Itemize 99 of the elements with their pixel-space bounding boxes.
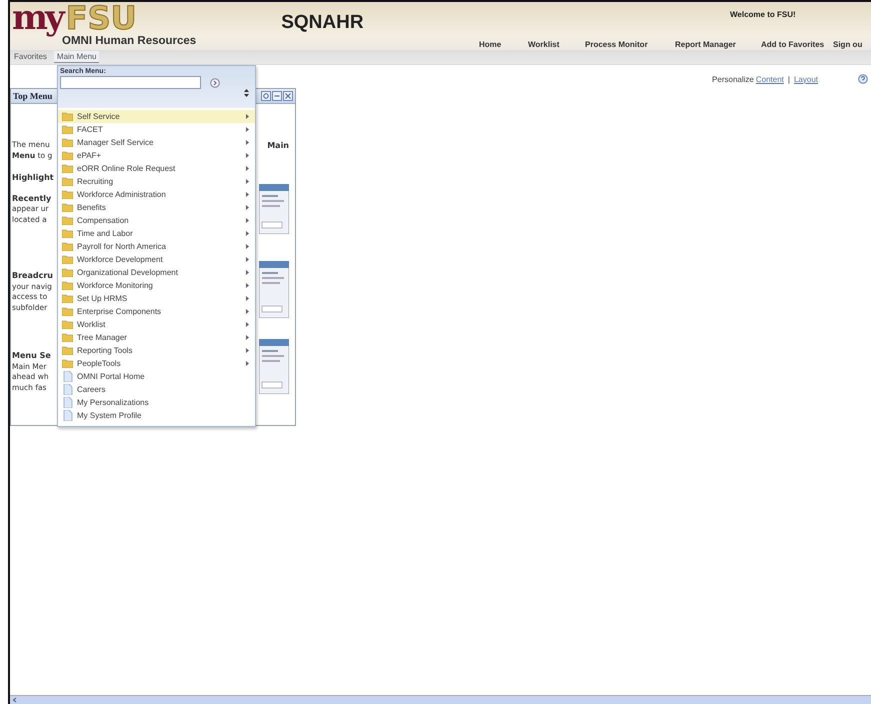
menu-item[interactable]: FACET <box>58 123 255 136</box>
pagelet-title: Top Menu <box>13 91 52 101</box>
app-subtitle: OMNI Human Resources <box>62 35 196 47</box>
system-name: SQNAHR <box>281 12 364 35</box>
submenu-arrow-icon <box>246 257 249 262</box>
submenu-arrow-icon <box>246 322 249 327</box>
menu-item[interactable]: Workforce Development <box>58 253 255 266</box>
folder-icon <box>62 112 73 121</box>
menu-item[interactable]: Reporting Tools <box>58 344 255 357</box>
submenu-arrow-icon <box>246 179 249 184</box>
menu-item[interactable]: ePAF+ <box>58 149 255 162</box>
folder-icon <box>62 138 73 147</box>
menu-item[interactable]: Tree Manager <box>58 331 255 344</box>
menu-item[interactable]: Set Up HRMS <box>58 292 255 305</box>
separator-text: | <box>788 74 790 84</box>
menu-item[interactable]: eORR Online Role Request <box>58 162 255 175</box>
menu-item[interactable]: Manager Self Service <box>58 136 255 149</box>
folder-icon <box>62 164 73 173</box>
folder-icon <box>62 242 73 251</box>
layout-link[interactable]: Layout <box>794 74 818 84</box>
body-text: Main <box>267 141 289 150</box>
nav-link[interactable]: Sign ou <box>833 40 871 49</box>
content-link[interactable]: Content <box>756 74 784 84</box>
menu-tab[interactable]: Main Menu <box>54 51 100 63</box>
submenu-arrow-icon <box>246 192 249 197</box>
help-icon[interactable] <box>858 74 868 84</box>
folder-icon <box>62 216 73 225</box>
close-icon[interactable] <box>283 91 293 101</box>
submenu-arrow-icon <box>246 153 249 158</box>
nav-link[interactable]: Home <box>479 40 528 49</box>
menu-item[interactable]: Recruiting <box>58 175 255 188</box>
folder-icon <box>62 294 73 303</box>
personalize-label: Personalize <box>712 74 754 84</box>
nav-link[interactable]: Worklist <box>528 40 585 49</box>
submenu-arrow-icon <box>246 205 249 210</box>
welcome-text: Welcome to FSU! <box>730 10 796 19</box>
sort-icon[interactable] <box>244 89 249 97</box>
menu-item[interactable]: Time and Labor <box>58 227 255 240</box>
document-icon <box>62 410 73 421</box>
submenu-arrow-icon <box>246 166 249 171</box>
logo: myFSU <box>12 2 138 34</box>
scroll-left-icon[interactable] <box>12 697 18 703</box>
submenu-arrow-icon <box>246 140 249 145</box>
folder-icon <box>62 307 73 316</box>
submenu-arrow-icon <box>246 348 249 353</box>
folder-icon <box>62 320 73 329</box>
section-heading: Breadcru <box>12 271 54 282</box>
submenu-arrow-icon <box>246 218 249 223</box>
horizontal-scrollbar[interactable] <box>10 695 871 704</box>
nav-link[interactable]: Add to Favorites <box>761 40 833 49</box>
submenu-arrow-icon <box>246 231 249 236</box>
menu-item[interactable]: Organizational Development <box>58 266 255 279</box>
document-icon <box>62 397 73 408</box>
folder-icon <box>62 333 73 342</box>
folder-icon <box>62 151 73 160</box>
menu-item[interactable]: OMNI Portal Home <box>58 370 255 383</box>
folder-icon <box>62 125 73 134</box>
nav-link[interactable]: Report Manager <box>675 40 761 49</box>
submenu-arrow-icon <box>246 361 249 366</box>
submenu-arrow-icon <box>246 244 249 249</box>
search-go-icon[interactable] <box>210 78 220 88</box>
folder-icon <box>62 268 73 277</box>
menu-item[interactable]: My Personalizations <box>58 396 255 409</box>
section-heading: Recently <box>12 194 52 204</box>
section-heading: Highlight <box>12 173 54 184</box>
document-icon <box>62 371 73 382</box>
minimize-icon[interactable] <box>272 91 282 101</box>
submenu-arrow-icon <box>246 296 249 301</box>
submenu-arrow-icon <box>246 335 249 340</box>
folder-icon <box>62 281 73 290</box>
submenu-arrow-icon <box>246 114 249 119</box>
menu-item[interactable]: Workforce Administration <box>58 188 255 201</box>
section-heading: Menu Se <box>12 351 52 362</box>
menu-item[interactable]: Payroll for North America <box>58 240 255 253</box>
folder-icon <box>62 346 73 355</box>
submenu-arrow-icon <box>246 270 249 275</box>
menu-item[interactable]: Benefits <box>58 201 255 214</box>
customize-icon[interactable] <box>261 91 271 101</box>
folder-icon <box>62 229 73 238</box>
folder-icon <box>62 255 73 264</box>
folder-icon <box>62 190 73 199</box>
menu-item[interactable]: Workforce Monitoring <box>58 279 255 292</box>
menu-item[interactable]: Enterprise Components <box>58 305 255 318</box>
menu-item[interactable]: My System Profile <box>58 409 255 422</box>
menu-item[interactable]: PeopleTools <box>58 357 255 370</box>
submenu-arrow-icon <box>246 127 249 132</box>
document-icon <box>62 384 73 395</box>
search-field[interactable] <box>60 76 201 89</box>
folder-icon <box>62 177 73 186</box>
menu-item[interactable]: Self Service <box>58 110 255 123</box>
menu-item[interactable]: Compensation <box>58 214 255 227</box>
menu-tab[interactable]: Favorites <box>11 51 50 63</box>
nav-link[interactable]: Process Monitor <box>585 40 675 49</box>
menu-item[interactable]: Careers <box>58 383 255 396</box>
menu-item[interactable]: Worklist <box>58 318 255 331</box>
folder-icon <box>62 359 73 368</box>
submenu-arrow-icon <box>246 309 249 314</box>
folder-icon <box>62 203 73 212</box>
submenu-arrow-icon <box>246 283 249 288</box>
